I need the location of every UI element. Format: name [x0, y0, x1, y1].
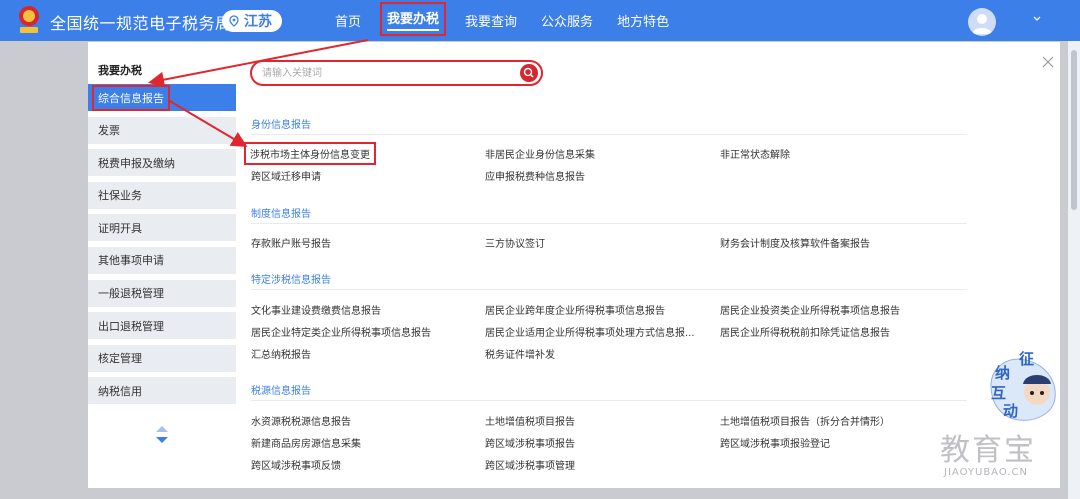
- search-box: [250, 60, 543, 86]
- divider: [251, 400, 967, 401]
- nav-query[interactable]: 我要查询: [460, 0, 522, 41]
- sidebar-item-general-refund[interactable]: 一般退税管理: [88, 279, 236, 307]
- svg-text:动: 动: [1003, 402, 1018, 420]
- service-link[interactable]: 涉税市场主体身份信息变更: [244, 142, 376, 165]
- svg-text:征: 征: [1019, 350, 1034, 368]
- sidebar-menu: 综合信息报告 发票 税费申报及缴纳 社保业务 证明开具 其他事项申请 一般退税管…: [88, 84, 236, 410]
- divider: [251, 289, 967, 290]
- mascot-interaction-widget[interactable]: 征 纳 互 动: [985, 350, 1065, 425]
- service-link[interactable]: 非居民企业身份信息采集: [485, 146, 595, 161]
- nav-local-features[interactable]: 地方特色: [612, 0, 674, 41]
- sidebar-item-declaration[interactable]: 税费申报及缴纳: [88, 149, 236, 177]
- service-link[interactable]: 跨区域涉税事项管理: [485, 457, 575, 472]
- service-link[interactable]: 财务会计制度及核算软件备案报告: [720, 235, 870, 250]
- service-link[interactable]: 文化事业建设费缴费信息报告: [251, 302, 381, 317]
- location-pin-icon: [229, 15, 239, 27]
- service-link[interactable]: 税务证件增补发: [485, 346, 555, 361]
- watermark-url: JIAOYUBAO.CN: [944, 467, 1028, 478]
- service-link[interactable]: 非正常状态解除: [720, 146, 790, 161]
- watermark-logo: 教育宝: [940, 433, 1036, 468]
- sidebar-title: 我要办税: [98, 64, 142, 77]
- service-link[interactable]: 跨区域涉税事项反馈: [251, 457, 341, 472]
- service-link[interactable]: 跨区域涉税事项报告: [485, 435, 575, 450]
- sidebar-item-certificate[interactable]: 证明开具: [88, 214, 236, 242]
- section-title-tax-source: 税源信息报告: [251, 386, 311, 397]
- main-nav: 首页 我要办税 我要查询 公众服务 地方特色: [330, 0, 688, 41]
- service-link[interactable]: 汇总纳税报告: [251, 346, 311, 361]
- user-icon: [972, 14, 992, 34]
- sidebar-item-tax-credit[interactable]: 纳税信用: [88, 377, 236, 405]
- service-link[interactable]: 居民企业适用企业所得税事项处理方式信息报...: [485, 324, 695, 339]
- divider: [251, 134, 967, 135]
- chevron-down-icon[interactable]: [1032, 14, 1042, 24]
- divider: [251, 223, 967, 224]
- service-link[interactable]: 土地增值税项目报告（拆分合并情形）: [720, 413, 890, 428]
- section-title-specific: 特定涉税信息报告: [251, 275, 331, 286]
- svg-text:纳: 纳: [995, 364, 1010, 382]
- scroll-up-down-icon[interactable]: [154, 424, 170, 446]
- service-link[interactable]: 跨区域涉税事项报验登记: [720, 435, 830, 450]
- service-link[interactable]: 居民企业投资类企业所得税事项信息报告: [720, 302, 900, 317]
- service-link[interactable]: 居民企业所得税税前扣除凭证信息报告: [720, 324, 890, 339]
- service-link[interactable]: 土地增值税项目报告: [485, 413, 575, 428]
- scrollbar-thumb[interactable]: [1071, 50, 1077, 210]
- site-title: 全国统一规范电子税务局: [50, 14, 232, 33]
- service-link[interactable]: 跨区域迁移申请: [251, 168, 321, 183]
- service-link[interactable]: 新建商品房房源信息采集: [251, 435, 361, 450]
- top-bar: 全国统一规范电子税务局 江苏 首页 我要办税 我要查询 公众服务 地方特色: [0, 0, 1080, 41]
- sidebar-item-comprehensive-report[interactable]: 综合信息报告: [88, 84, 236, 111]
- sidebar-item-social-insurance[interactable]: 社保业务: [88, 181, 236, 209]
- service-link[interactable]: 居民企业跨年度企业所得税事项信息报告: [485, 302, 665, 317]
- close-icon[interactable]: [1042, 56, 1054, 68]
- user-avatar[interactable]: [968, 8, 996, 36]
- region-label: 江苏: [244, 14, 272, 30]
- service-link[interactable]: 三方协议签订: [485, 235, 545, 250]
- search-input[interactable]: [262, 65, 512, 81]
- sidebar-item-other-requests[interactable]: 其他事项申请: [88, 246, 236, 274]
- service-link[interactable]: 存款账户账号报告: [251, 235, 331, 250]
- service-link[interactable]: 水资源税税源信息报告: [251, 413, 351, 428]
- section-title-identity: 身份信息报告: [251, 120, 311, 131]
- nav-home[interactable]: 首页: [330, 0, 366, 41]
- sidebar-item-export-refund[interactable]: 出口退税管理: [88, 312, 236, 340]
- nav-public-service[interactable]: 公众服务: [536, 0, 598, 41]
- service-link[interactable]: 应申报税费种信息报告: [485, 168, 585, 183]
- search-button[interactable]: [520, 64, 538, 82]
- sidebar-item-assessment[interactable]: 核定管理: [88, 344, 236, 372]
- region-selector[interactable]: 江苏: [222, 10, 282, 32]
- sidebar-item-invoice[interactable]: 发票: [88, 116, 236, 144]
- nav-handle-tax[interactable]: 我要办税: [380, 2, 447, 36]
- service-link[interactable]: 居民企业特定类企业所得税事项信息报告: [251, 324, 431, 339]
- section-title-system: 制度信息报告: [251, 209, 311, 220]
- svg-text:互: 互: [991, 384, 1006, 402]
- search-icon: [523, 67, 534, 78]
- tax-emblem-icon: [19, 6, 39, 33]
